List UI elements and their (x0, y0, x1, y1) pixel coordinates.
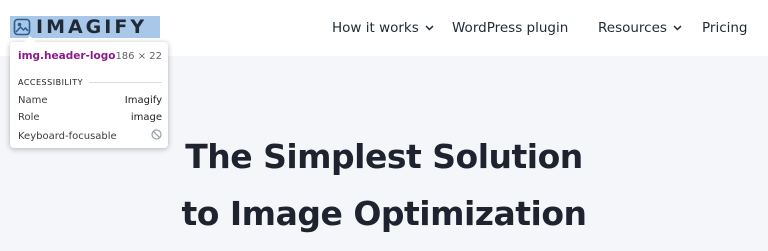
nav-wordpress-plugin[interactable]: WordPress plugin (452, 18, 568, 38)
nav-label: Pricing (702, 20, 748, 36)
chevron-down-icon (425, 25, 434, 31)
devtools-inspect-tooltip: img.header-logo 186 × 22 ACCESSIBILITY N… (10, 36, 168, 148)
header-logo[interactable]: IMAGIFY (10, 16, 160, 38)
element-selector: img.header-logo (18, 50, 116, 62)
nav-resources[interactable]: Resources (598, 18, 682, 38)
tooltip-row-role: Role image (18, 112, 162, 123)
row-value: image (130, 112, 162, 123)
logo-wordmark: IMAGIFY (36, 16, 148, 38)
element-size: 186 × 22 (115, 51, 162, 62)
row-label: Name (18, 95, 48, 106)
row-value: Imagify (124, 95, 162, 106)
nav-label: How it works (332, 20, 419, 36)
section-label: ACCESSIBILITY (18, 78, 84, 87)
row-label: Keyboard-focusable (18, 130, 117, 142)
tooltip-row-name: Name Imagify (18, 95, 162, 106)
imagify-logo-mark-icon (12, 17, 32, 37)
accessibility-section-title: ACCESSIBILITY (18, 78, 162, 87)
tooltip-arrow (24, 36, 36, 42)
nav-label: WordPress plugin (452, 20, 569, 36)
section-divider (89, 82, 162, 83)
row-label: Role (18, 112, 40, 123)
nav-label: Resources (598, 20, 667, 36)
tooltip-row-keyboard-focusable: Keyboard-focusable (18, 129, 162, 143)
nav-how-it-works[interactable]: How it works (332, 18, 434, 38)
hero-title-line-2: to Image Optimization (181, 194, 587, 233)
not-allowed-icon (151, 129, 162, 143)
tooltip-header: img.header-logo 186 × 22 (18, 50, 162, 62)
chevron-down-icon (673, 25, 682, 31)
nav-pricing[interactable]: Pricing (702, 18, 748, 38)
